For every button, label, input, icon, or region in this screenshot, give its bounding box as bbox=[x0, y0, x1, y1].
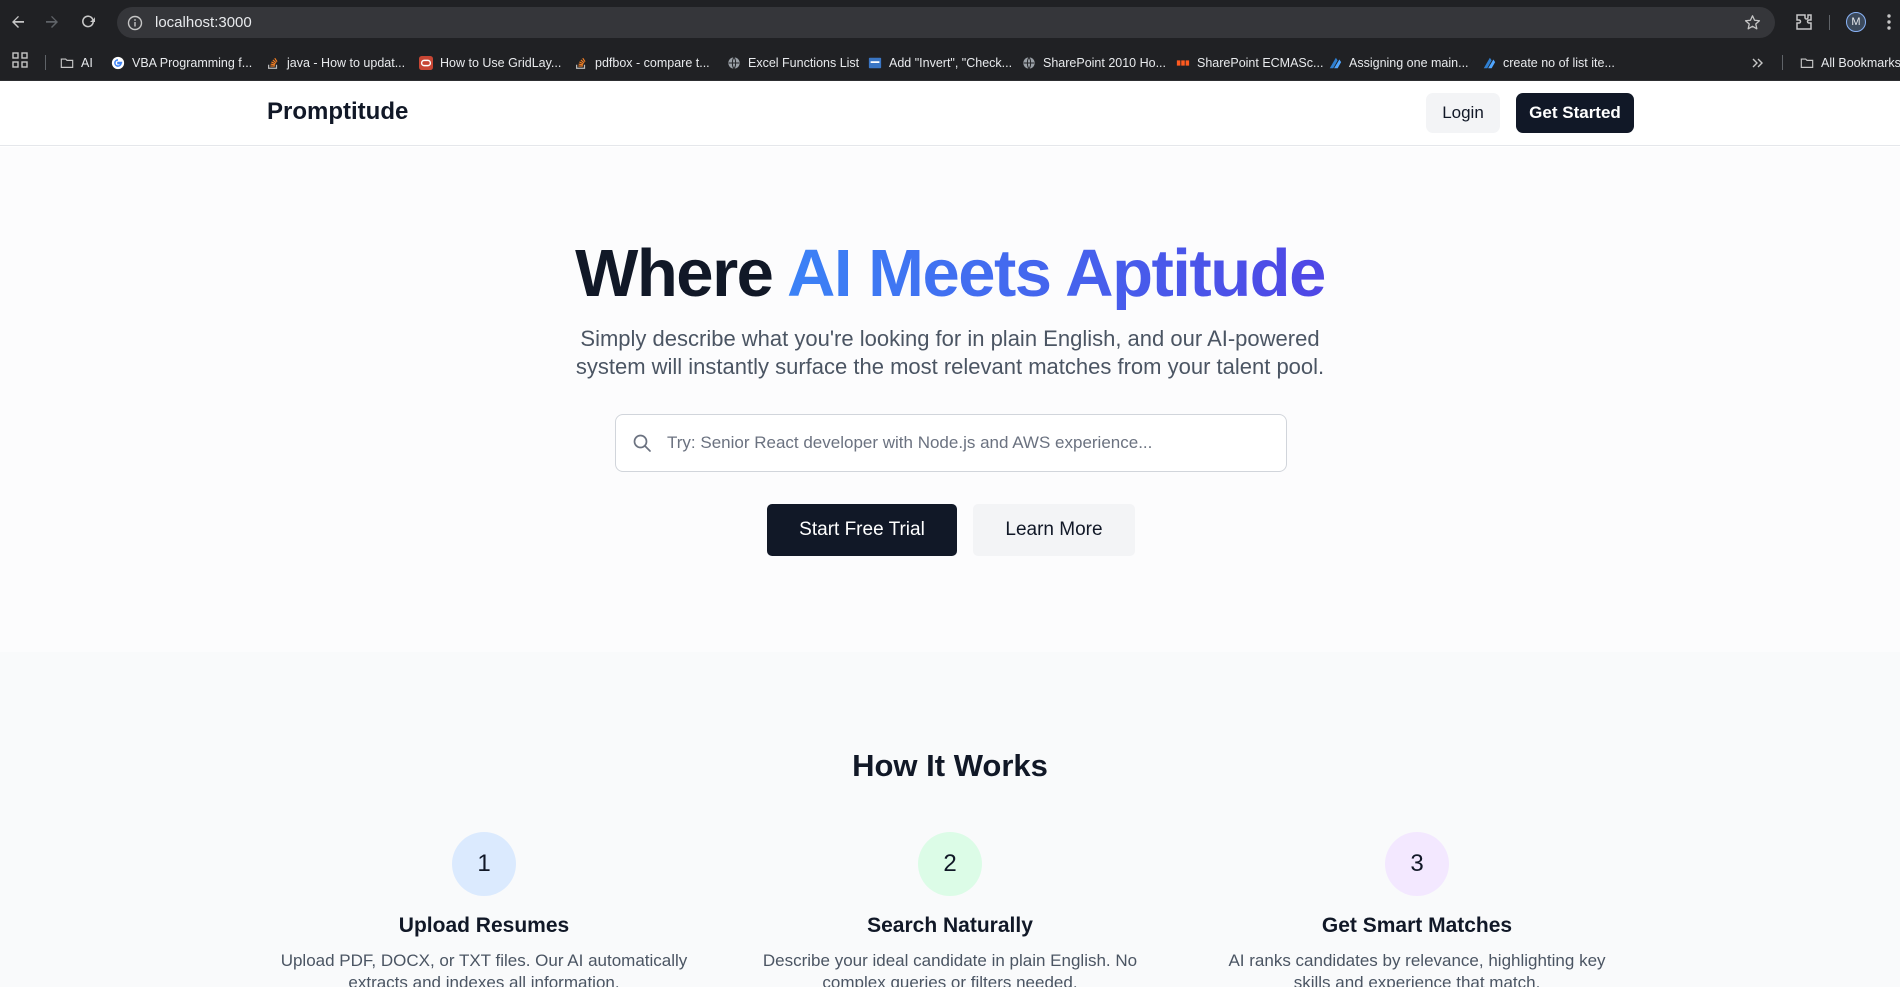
bookmark-label: SharePoint ECMASc... bbox=[1197, 56, 1324, 70]
all-bookmarks-folder[interactable]: All Bookmarks bbox=[1800, 53, 1900, 73]
back-arrow-icon[interactable] bbox=[8, 12, 28, 32]
hero-title-plain: Where bbox=[575, 236, 788, 311]
bookmark-ai[interactable]: AI bbox=[60, 53, 93, 73]
bookmark-star-icon[interactable] bbox=[1744, 14, 1761, 31]
bookmarks-overflow-icon[interactable] bbox=[1752, 53, 1764, 73]
bookmark-sharepoint-2010[interactable]: SharePoint 2010 Ho... bbox=[1022, 53, 1166, 73]
bookmark-assigning[interactable]: Assigning one main... bbox=[1328, 53, 1469, 73]
site-info-icon[interactable] bbox=[127, 15, 143, 31]
bookmark-label: java - How to updat... bbox=[287, 56, 406, 70]
bookmark-create-list[interactable]: create no of list ite... bbox=[1482, 53, 1615, 73]
step-number-badge: 3 bbox=[1385, 832, 1449, 896]
step-title: Search Naturally bbox=[867, 914, 1033, 937]
extensions-puzzle-icon[interactable] bbox=[1794, 12, 1814, 32]
google-icon bbox=[111, 56, 125, 70]
bookmarks-divider bbox=[1782, 55, 1783, 70]
browser-toolbar: localhost:3000 M bbox=[0, 0, 1900, 44]
site-icon bbox=[868, 57, 882, 69]
bookmark-label: How to Use GridLay... bbox=[440, 56, 562, 70]
all-bookmarks-label: All Bookmarks bbox=[1821, 56, 1900, 70]
bookmark-pdfbox[interactable]: pdfbox - compare t... bbox=[574, 53, 710, 73]
step-description: Describe your ideal candidate in plain E… bbox=[762, 951, 1138, 987]
bookmarks-bar: AI VBA Programming f... java - How to up… bbox=[0, 44, 1900, 81]
globe-icon bbox=[1023, 57, 1035, 69]
brand-logo-text[interactable]: Promptitude bbox=[267, 98, 408, 126]
toolbar-divider bbox=[1829, 15, 1830, 30]
oracle-icon bbox=[419, 56, 433, 70]
bookmark-label: Assigning one main... bbox=[1349, 56, 1469, 70]
url-text[interactable]: localhost:3000 bbox=[155, 14, 252, 31]
bookmark-label: SharePoint 2010 Ho... bbox=[1043, 56, 1166, 70]
search-icon bbox=[632, 433, 652, 453]
browser-menu-icon[interactable] bbox=[1884, 12, 1894, 32]
step-description: Upload PDF, DOCX, or TXT files. Our AI a… bbox=[280, 951, 688, 987]
step-card: 2 Search Naturally Describe your ideal c… bbox=[740, 832, 1160, 987]
apps-grid-icon[interactable] bbox=[12, 52, 28, 68]
bookmark-invert[interactable]: Add "Invert", "Check... bbox=[868, 53, 1012, 73]
microsoft-icon bbox=[1329, 57, 1342, 69]
start-free-trial-button[interactable]: Start Free Trial bbox=[767, 504, 957, 556]
bookmark-label: create no of list ite... bbox=[1503, 56, 1615, 70]
bookmark-label: AI bbox=[81, 56, 93, 70]
bookmark-sharepoint-ecma[interactable]: SharePoint ECMASc... bbox=[1176, 53, 1323, 73]
folder-icon bbox=[60, 58, 74, 68]
sharepoint-icon bbox=[1176, 60, 1190, 66]
hero-section: Where AI Meets Aptitude Simply describe … bbox=[0, 147, 1900, 652]
bookmark-label: Add "Invert", "Check... bbox=[889, 56, 1013, 70]
stackoverflow-icon bbox=[268, 57, 278, 69]
bookmark-excel[interactable]: Excel Functions List bbox=[727, 53, 859, 73]
globe-icon bbox=[728, 57, 740, 69]
microsoft-icon bbox=[1483, 57, 1496, 69]
address-bar[interactable]: localhost:3000 bbox=[117, 7, 1775, 38]
reload-icon[interactable] bbox=[78, 12, 98, 32]
bookmarks-divider bbox=[45, 55, 46, 70]
bookmark-java[interactable]: java - How to updat... bbox=[266, 53, 405, 73]
login-button[interactable]: Login bbox=[1426, 93, 1500, 133]
step-title: Get Smart Matches bbox=[1321, 914, 1513, 937]
hero-title: Where AI Meets Aptitude bbox=[0, 235, 1900, 312]
learn-more-button[interactable]: Learn More bbox=[973, 504, 1135, 556]
bookmark-label: pdfbox - compare t... bbox=[595, 56, 710, 70]
search-input[interactable] bbox=[667, 433, 1267, 453]
site-header: Promptitude Login Get Started bbox=[0, 81, 1900, 146]
get-started-button[interactable]: Get Started bbox=[1516, 93, 1634, 133]
forward-arrow-icon[interactable] bbox=[42, 12, 62, 32]
stackoverflow-icon bbox=[576, 57, 586, 69]
how-it-works-title: How It Works bbox=[852, 748, 1048, 783]
bookmark-vba[interactable]: VBA Programming f... bbox=[111, 53, 252, 73]
search-box[interactable] bbox=[615, 414, 1287, 472]
hero-subtitle: Simply describe what you're looking for … bbox=[575, 326, 1325, 379]
step-number-badge: 2 bbox=[918, 832, 982, 896]
step-title: Upload Resumes bbox=[398, 914, 570, 937]
bookmark-gridlayout[interactable]: How to Use GridLay... bbox=[419, 53, 561, 73]
hero-title-accent: AI Meets Aptitude bbox=[787, 236, 1326, 311]
step-number-badge: 1 bbox=[452, 832, 516, 896]
bookmark-label: VBA Programming f... bbox=[132, 56, 253, 70]
profile-avatar[interactable]: M bbox=[1846, 12, 1866, 32]
folder-icon bbox=[1800, 58, 1814, 68]
step-description: AI ranks candidates by relevance, highli… bbox=[1228, 951, 1606, 987]
how-it-works-section: How It Works 1 Upload Resumes Upload PDF… bbox=[0, 652, 1900, 987]
bookmark-label: Excel Functions List bbox=[748, 56, 860, 70]
step-card: 1 Upload Resumes Upload PDF, DOCX, or TX… bbox=[274, 832, 694, 987]
step-card: 3 Get Smart Matches AI ranks candidates … bbox=[1207, 832, 1627, 987]
